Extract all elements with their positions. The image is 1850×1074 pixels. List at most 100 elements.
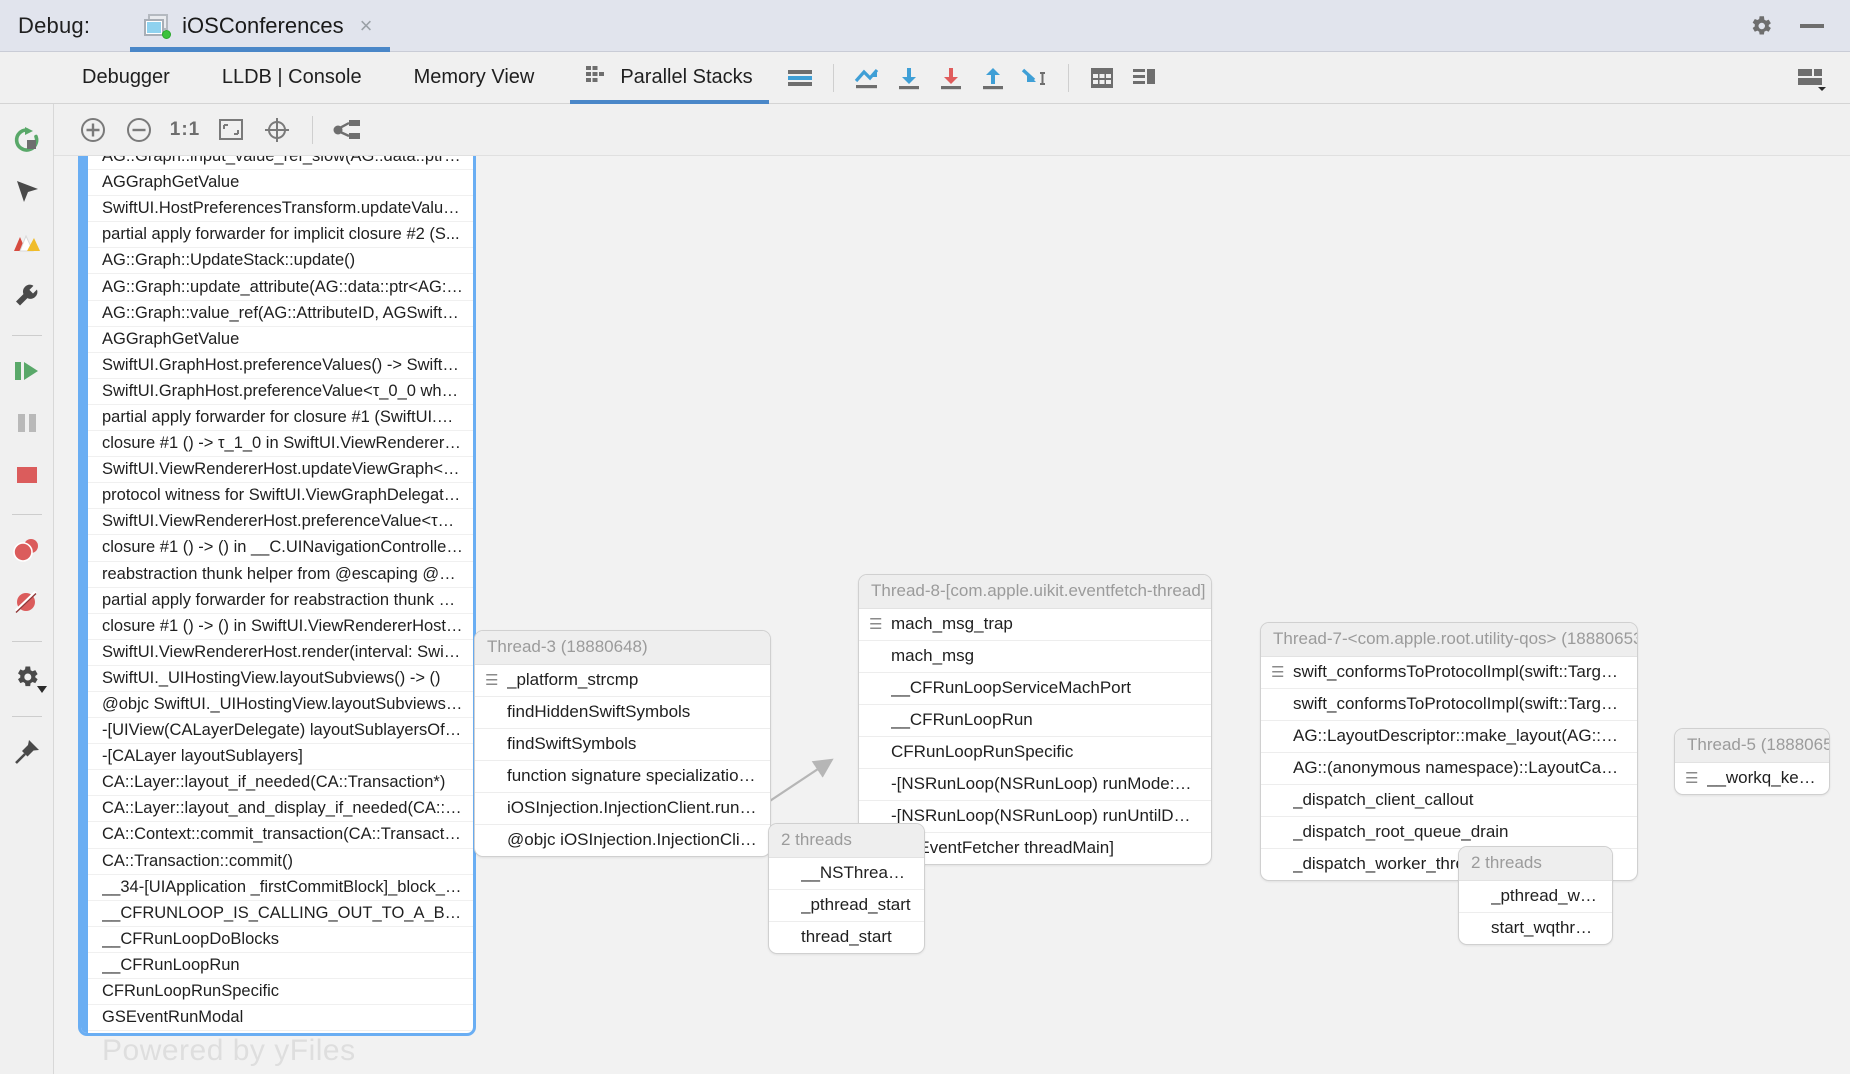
stack-frame[interactable]: partial apply forwarder for closure #1 (… [88, 405, 473, 432]
parallel-stacks-canvas[interactable]: AG::Graph::input_value_ref_slow(AG::data… [54, 156, 1850, 1074]
stack-frame[interactable]: partial apply forwarder for reabstractio… [88, 588, 473, 614]
navigate-cursor-icon[interactable] [5, 170, 49, 214]
tab-memory-view[interactable]: Memory View [388, 52, 561, 104]
stack-frame[interactable]: _pthread_wqthread [1459, 881, 1612, 913]
stack-frame[interactable]: __CFRunLoopServiceMachPort [859, 673, 1211, 705]
stack-frame[interactable]: AG::Graph::value_ref(AG::AttributeID, AG… [88, 301, 473, 327]
stack-frame[interactable]: closure #1 () -> () in SwiftUI.ViewRende… [88, 614, 473, 640]
thread-node-thread5[interactable]: Thread-5 (18880651) ☰ __workq_kernreturn [1674, 728, 1830, 795]
stack-frame[interactable]: -[UIView(CALayerDelegate) layoutSublayer… [88, 718, 473, 745]
stack-frame[interactable]: __34-[UIApplication _firstCommitBlock]_b… [88, 875, 473, 901]
stack-frame[interactable]: AG::LayoutDescriptor::make_layout(AG::sw… [1261, 721, 1637, 753]
step-into-icon[interactable] [888, 57, 930, 99]
export-graph-icon[interactable] [325, 109, 371, 151]
center-selection-icon[interactable] [254, 109, 300, 151]
stack-frame[interactable]: closure #1 () -> () in __C.UINavigationC… [88, 535, 473, 562]
actual-size-icon[interactable]: 1:1 [162, 109, 208, 151]
settings-gear-icon[interactable] [5, 655, 49, 699]
stack-frame[interactable]: mach_msg [859, 641, 1211, 673]
tab-lldb-console[interactable]: LLDB | Console [196, 52, 388, 104]
stack-frame[interactable]: CA::Transaction::commit() [88, 849, 473, 875]
tab-parallel-stacks[interactable]: Parallel Stacks [560, 52, 778, 104]
thread-node-thread8[interactable]: Thread-8-[com.apple.uikit.eventfetch-thr… [858, 574, 1212, 865]
rerun-icon[interactable] [5, 118, 49, 162]
tab-debugger[interactable]: Debugger [56, 52, 196, 104]
stack-frame[interactable]: function signature specialization <Arg[0… [475, 761, 770, 793]
force-step-into-icon[interactable] [930, 57, 972, 99]
stack-frame[interactable]: SwiftUI._UIHostingView.layoutSubviews() … [88, 666, 473, 692]
stack-frame[interactable]: ☰ swift_conformsToProtocolImpl(swift::Ta… [1261, 657, 1637, 689]
stack-frame[interactable]: GSEventRunModal [88, 1005, 473, 1032]
stack-frame[interactable]: findHiddenSwiftSymbols [475, 697, 770, 729]
stack-frame[interactable]: __NSThread__start__ [769, 858, 924, 890]
resume-icon[interactable] [5, 349, 49, 393]
stack-frame[interactable]: AG::Graph::UpdateStack::update() [88, 248, 473, 275]
stack-frame[interactable]: SwiftUI.ViewRendererHost.render(interval… [88, 640, 473, 666]
wrench-icon[interactable] [5, 274, 49, 318]
stack-frame[interactable]: __CFRunLoopRun [859, 705, 1211, 737]
stack-frame[interactable]: AG::Graph::update_attribute(AG::data::pt… [88, 274, 473, 301]
stack-frame[interactable]: _dispatch_root_queue_drain [1261, 817, 1637, 849]
stack-frame[interactable]: iOSInjection.InjectionClient.runInBackgr… [475, 793, 770, 825]
layout-lines-icon[interactable] [779, 57, 821, 99]
thread-node-thread7[interactable]: Thread-7-<com.apple.root.utility-qos> (1… [1260, 622, 1638, 881]
stack-frame[interactable]: _pthread_start [769, 890, 924, 922]
stack-frame[interactable]: SwiftUI.GraphHost.preferenceValue<τ_0_0 … [88, 379, 473, 405]
stack-frame[interactable]: AGGraphGetValue [88, 170, 473, 197]
stack-frame[interactable]: reabstraction thunk helper from @escapin… [88, 562, 473, 588]
stack-frame[interactable]: SwiftUI.GraphHost.preferenceValues() -> … [88, 353, 473, 379]
stack-frame[interactable]: SwiftUI.ViewRendererHost.preferenceValue… [88, 509, 473, 536]
stack-frame[interactable]: __CFRunLoopDoBlocks [88, 927, 473, 953]
selected-thread-stack-panel[interactable]: AG::Graph::input_value_ref_slow(AG::data… [78, 156, 476, 1036]
stack-frame[interactable]: protocol witness for SwiftUI.ViewGraphDe… [88, 483, 473, 510]
close-icon[interactable]: × [360, 14, 373, 37]
pin-icon[interactable] [5, 730, 49, 774]
stack-frame[interactable]: AGGraphGetValue [88, 327, 473, 353]
thread-group-node-b[interactable]: 2 threads _pthread_wqthread start_wqthre… [1458, 846, 1613, 945]
settings-layout-icon[interactable] [1790, 57, 1832, 99]
minimize-icon[interactable] [1800, 23, 1824, 28]
step-out-icon[interactable] [972, 57, 1014, 99]
stack-frame[interactable]: start_wqthread [1459, 913, 1612, 944]
stack-frame[interactable]: AG::(anonymous namespace)::LayoutCache::… [1261, 753, 1637, 785]
zoom-in-icon[interactable] [70, 109, 116, 151]
stack-frame[interactable]: CFRunLoopRunSpecific [88, 979, 473, 1006]
stack-frame[interactable]: CA::Context::commit_transaction(CA::Tran… [88, 822, 473, 849]
step-over-icon[interactable] [846, 57, 888, 99]
pause-icon[interactable] [5, 401, 49, 445]
zoom-out-icon[interactable] [116, 109, 162, 151]
mute-breakpoints-icon[interactable] [5, 580, 49, 624]
stack-frame[interactable]: @objc iOSInjection.InjectionClient.runIn… [475, 825, 770, 856]
stack-frame[interactable]: CA::Layer::layout_and_display_if_needed(… [88, 796, 473, 823]
layout-panels-icon[interactable] [1123, 57, 1165, 99]
stack-frame[interactable]: closure #1 () -> τ_1_0 in SwiftUI.ViewRe… [88, 431, 473, 458]
gear-icon[interactable] [1748, 13, 1774, 39]
stack-frame[interactable]: thread_start [769, 922, 924, 953]
selected-thread-frame-list[interactable]: AG::Graph::input_value_ref_slow(AG::data… [88, 156, 473, 1033]
stack-frame[interactable]: AG::Graph::input_value_ref_slow(AG::data… [88, 156, 473, 171]
stack-frame[interactable]: __CFRUNLOOP_IS_CALLING_OUT_TO_A_BLOCK__ [88, 901, 473, 927]
stack-frame[interactable]: ☰ mach_msg_trap [859, 609, 1211, 641]
stack-frame[interactable]: partial apply forwarder for implicit clo… [88, 222, 473, 249]
session-tab-iosconferences[interactable]: iOSConferences × [130, 0, 391, 52]
stack-frame[interactable]: @objc SwiftUI._UIHostingView.layoutSubvi… [88, 692, 473, 719]
instruments-icon[interactable] [5, 222, 49, 266]
evaluate-table-icon[interactable] [1081, 57, 1123, 99]
breakpoints-icon[interactable] [5, 528, 49, 572]
thread-group-node-a[interactable]: 2 threads __NSThread__start__ _pthread_s… [768, 823, 925, 954]
stack-frame[interactable]: SwiftUI.ViewRendererHost.updateViewGraph… [88, 457, 473, 484]
stack-frame[interactable]: CFRunLoopRunSpecific [859, 737, 1211, 769]
stack-frame[interactable]: -[NSRunLoop(NSRunLoop) runMode:beforeDat… [859, 769, 1211, 801]
stack-frame[interactable]: SwiftUI.HostPreferencesTransform.updateV… [88, 196, 473, 223]
stack-frame[interactable]: CA::Layer::layout_if_needed(CA::Transact… [88, 770, 473, 797]
stack-frame[interactable]: swift_conformsToProtocolImpl(swift::Targ… [1261, 689, 1637, 721]
stop-icon[interactable] [5, 453, 49, 497]
stack-frame[interactable]: -[CALayer layoutSublayers] [88, 744, 473, 771]
stack-frame[interactable]: ☰ __workq_kernreturn [1675, 763, 1829, 794]
stack-frame[interactable]: __CFRunLoopRun [88, 953, 473, 979]
thread-node-thread3[interactable]: Thread-3 (18880648) ☰ _platform_strcmp f… [474, 630, 771, 857]
fit-content-icon[interactable] [208, 109, 254, 151]
run-to-cursor-icon[interactable] [1014, 57, 1056, 99]
stack-frame[interactable]: _dispatch_client_callout [1261, 785, 1637, 817]
stack-frame[interactable]: ☰ _platform_strcmp [475, 665, 770, 697]
